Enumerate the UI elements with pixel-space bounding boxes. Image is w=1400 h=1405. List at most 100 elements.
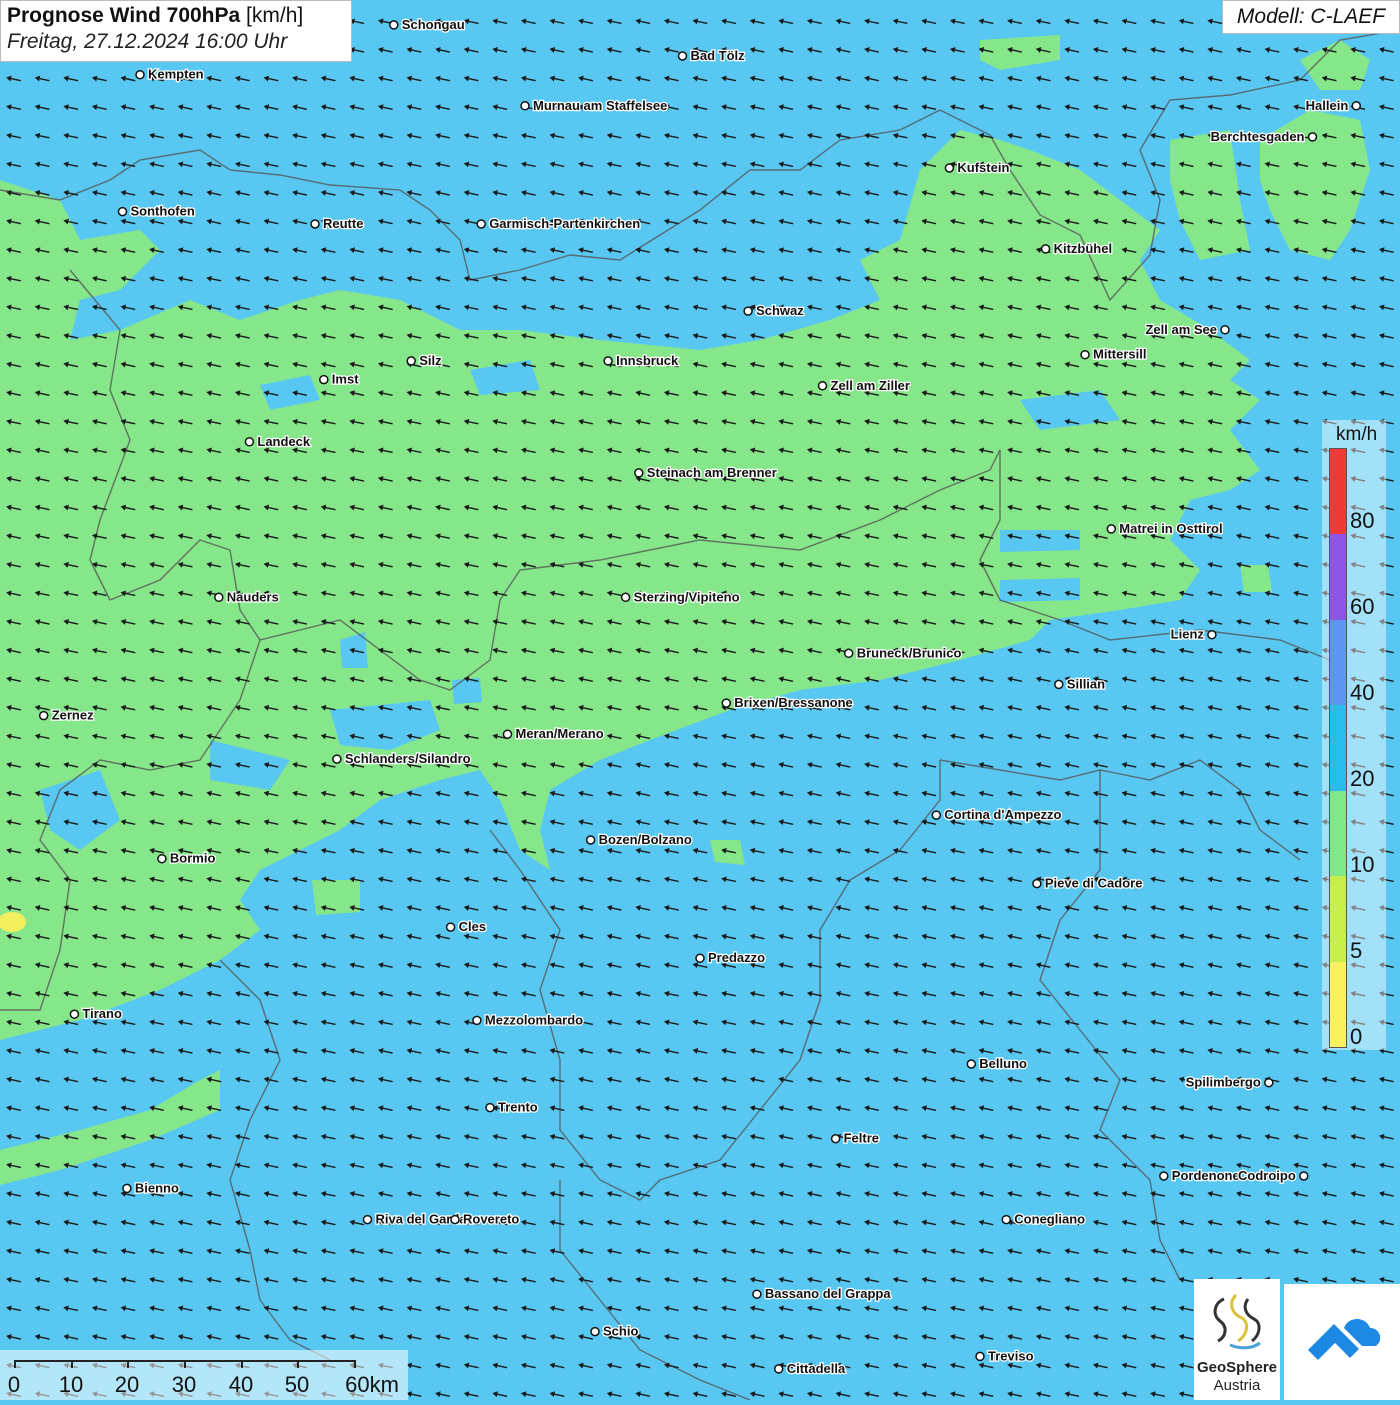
city-label: Cortina d'Ampezzo bbox=[944, 807, 1061, 822]
city-dot bbox=[743, 306, 753, 316]
city-dot bbox=[590, 1326, 600, 1337]
city-dot bbox=[445, 922, 456, 932]
city-dot bbox=[1032, 878, 1042, 889]
city-dot bbox=[117, 206, 128, 217]
title-box: Prognose Wind 700hPa [km/h] Freitag, 27.… bbox=[0, 0, 352, 62]
legend-color-scale bbox=[1329, 448, 1347, 1048]
city-label: Murnau am Staffelsee bbox=[533, 98, 667, 113]
scale-label: 30 bbox=[171, 1372, 197, 1397]
city-label: Hallein bbox=[1306, 98, 1349, 113]
city-marker: Innsbruck bbox=[603, 352, 680, 369]
city-label: Mittersill bbox=[1093, 347, 1146, 362]
city-label: Mezzolombardo bbox=[485, 1012, 583, 1027]
city-dot bbox=[1040, 244, 1051, 254]
city-label: Bienno bbox=[135, 1180, 179, 1195]
city-marker: Steinach am Brenner bbox=[634, 464, 778, 481]
city-label: Sterzing/Vipiteno bbox=[634, 589, 740, 604]
city-label: Landeck bbox=[257, 434, 311, 449]
legend-tick-80: 80 bbox=[1350, 508, 1375, 533]
city-marker: Pordenone bbox=[1159, 1167, 1241, 1184]
legend-color-band bbox=[1330, 534, 1346, 620]
city-dot bbox=[520, 101, 530, 111]
city-label: Berchtesgaden bbox=[1211, 129, 1305, 144]
color-legend: km/h 80 60 40 20 10 5 0 bbox=[1322, 420, 1386, 1050]
city-dot bbox=[476, 219, 486, 229]
city-label: Treviso bbox=[988, 1348, 1034, 1363]
city-marker: Zell am See bbox=[1144, 321, 1230, 338]
city-dot bbox=[830, 1133, 841, 1144]
city-label: Codroipo bbox=[1238, 1168, 1296, 1183]
legend-tick-20: 20 bbox=[1350, 766, 1375, 791]
scale-label: 20 bbox=[114, 1372, 140, 1397]
city-label: Conegliano bbox=[1014, 1212, 1085, 1227]
legend-color-band bbox=[1330, 449, 1346, 535]
city-dot bbox=[1106, 524, 1117, 534]
scale-label: 10 bbox=[58, 1372, 84, 1397]
city-dot bbox=[69, 1009, 80, 1019]
city-marker: Cortina d'Ampezzo bbox=[931, 806, 1063, 823]
city-dot bbox=[485, 1102, 495, 1113]
city-label: Meran/Merano bbox=[516, 726, 604, 741]
legend-color-band bbox=[1330, 876, 1346, 962]
legend-color-band bbox=[1330, 790, 1346, 877]
city-dot bbox=[502, 729, 513, 739]
city-label: Sonthofen bbox=[131, 204, 195, 219]
city-label: Belluno bbox=[979, 1056, 1027, 1071]
scale-tick bbox=[184, 1360, 186, 1368]
city-label: Sillian bbox=[1067, 676, 1105, 691]
scale-label: 60km bbox=[345, 1372, 399, 1397]
city-dot bbox=[843, 648, 854, 659]
app-logo[interactable] bbox=[1284, 1284, 1400, 1400]
city-dot bbox=[1080, 349, 1090, 360]
city-dot bbox=[585, 835, 596, 845]
city-label: Zernez bbox=[52, 708, 94, 723]
legend-tick-10: 10 bbox=[1350, 852, 1375, 877]
city-label: Schongau bbox=[402, 17, 465, 32]
city-marker: Schongau bbox=[389, 16, 466, 33]
city-label: Trento bbox=[498, 1100, 538, 1115]
city-marker: Bassano del Grappa bbox=[752, 1285, 893, 1302]
scale-tick bbox=[14, 1360, 16, 1368]
scale-tick bbox=[354, 1360, 356, 1368]
city-dot bbox=[620, 592, 631, 603]
city-label: Rovereto bbox=[463, 1212, 519, 1227]
city-label: Schio bbox=[603, 1324, 638, 1339]
scale-bar: 0 10 20 30 40 50 60km bbox=[0, 1350, 408, 1400]
city-label: Pieve di Cadore bbox=[1045, 876, 1143, 891]
city-marker: Murnau am Staffelsee bbox=[520, 97, 669, 114]
city-label: Nauders bbox=[227, 589, 279, 604]
legend-unit: km/h bbox=[1336, 424, 1378, 445]
city-marker: Pieve di Cadore bbox=[1032, 874, 1144, 892]
map-unit: [km/h] bbox=[246, 4, 304, 27]
city-label: Kitzbühel bbox=[1054, 241, 1113, 256]
map-title: Prognose Wind 700hPa bbox=[7, 4, 241, 27]
city-marker: Zell am Ziller bbox=[817, 377, 911, 394]
city-dot bbox=[389, 20, 399, 30]
city-dot bbox=[966, 1059, 977, 1069]
city-marker: Matrei in Osttirol bbox=[1106, 520, 1224, 537]
city-dot bbox=[214, 592, 224, 603]
city-dot bbox=[122, 1183, 132, 1194]
legend-tick-5: 5 bbox=[1350, 938, 1363, 963]
scale-tick bbox=[241, 1360, 243, 1368]
city-dot bbox=[1054, 679, 1064, 690]
scale-label: 50 bbox=[284, 1372, 310, 1397]
geosphere-mark-icon bbox=[1213, 1293, 1261, 1350]
logo-name-line1: GeoSphere bbox=[1196, 1359, 1278, 1376]
city-marker: Mezzolombardo bbox=[472, 1011, 584, 1029]
city-dot bbox=[157, 853, 167, 864]
city-label: Imst bbox=[332, 372, 359, 387]
city-label: Bozen/Bolzano bbox=[599, 832, 692, 847]
city-dot bbox=[603, 356, 613, 366]
city-label: Schwaz bbox=[756, 303, 804, 318]
geosphere-logo[interactable]: GeoSphere Austria bbox=[1194, 1279, 1280, 1400]
city-dot bbox=[695, 953, 705, 963]
city-dot bbox=[406, 356, 416, 366]
city-marker: Brixen/Bressanone bbox=[721, 694, 854, 711]
scale-tick bbox=[297, 1360, 299, 1368]
scale-tick bbox=[127, 1360, 129, 1368]
city-label: Silz bbox=[419, 353, 442, 368]
city-label: Pordenone bbox=[1172, 1168, 1240, 1183]
legend-tick-60: 60 bbox=[1350, 594, 1375, 619]
city-dot bbox=[319, 374, 329, 385]
